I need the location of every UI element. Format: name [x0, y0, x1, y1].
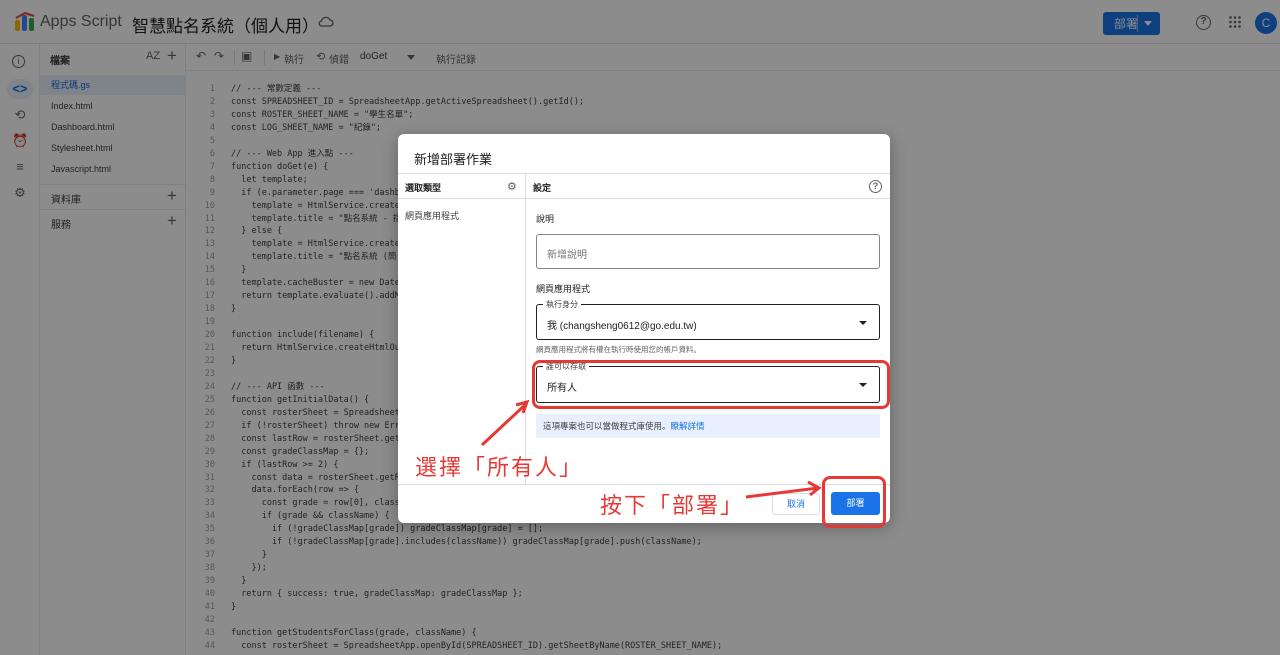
library-info-box: 這項專案也可以當做程式庫使用。瞭解詳情	[536, 414, 880, 438]
annotation-press-deploy: 按下「部署」	[600, 494, 745, 519]
cancel-button[interactable]: 取消	[772, 493, 820, 515]
execute-as-value: 我 (changsheng0612@go.edu.tw)	[547, 321, 697, 332]
description-placeholder: 新增說明	[547, 250, 587, 261]
description-label: 說明	[536, 214, 555, 224]
divider	[398, 173, 890, 174]
learn-more-link[interactable]: 瞭解詳情	[671, 421, 705, 431]
annotation-select-everyone: 選擇「所有人」	[415, 456, 584, 481]
type-item-web-app[interactable]: 網頁應用程式	[405, 209, 459, 222]
description-input[interactable]: 新增說明	[536, 234, 880, 269]
highlight-access-box	[532, 360, 890, 409]
select-type-header: 選取類型	[405, 183, 442, 193]
gear-icon[interactable]: ⚙	[507, 180, 517, 193]
divider	[398, 198, 890, 199]
dialog-title: 新增部署作業	[414, 152, 493, 167]
settings-header: 設定	[533, 183, 552, 193]
info-text: 這項專案也可以當做程式庫使用。	[543, 421, 671, 431]
execute-as-select[interactable]: 執行身分 我 (changsheng0612@go.edu.tw)	[536, 299, 880, 340]
highlight-deploy-box	[822, 476, 886, 528]
execute-hint: 網頁應用程式將有權在執行時使用您的帳戶資料。	[536, 345, 701, 354]
divider	[398, 484, 890, 485]
help-icon[interactable]: ?	[869, 180, 882, 193]
divider	[525, 173, 526, 484]
webapp-section-label: 網頁應用程式	[536, 284, 591, 294]
chevron-down-icon	[859, 321, 867, 325]
execute-as-legend: 執行身分	[543, 299, 581, 310]
